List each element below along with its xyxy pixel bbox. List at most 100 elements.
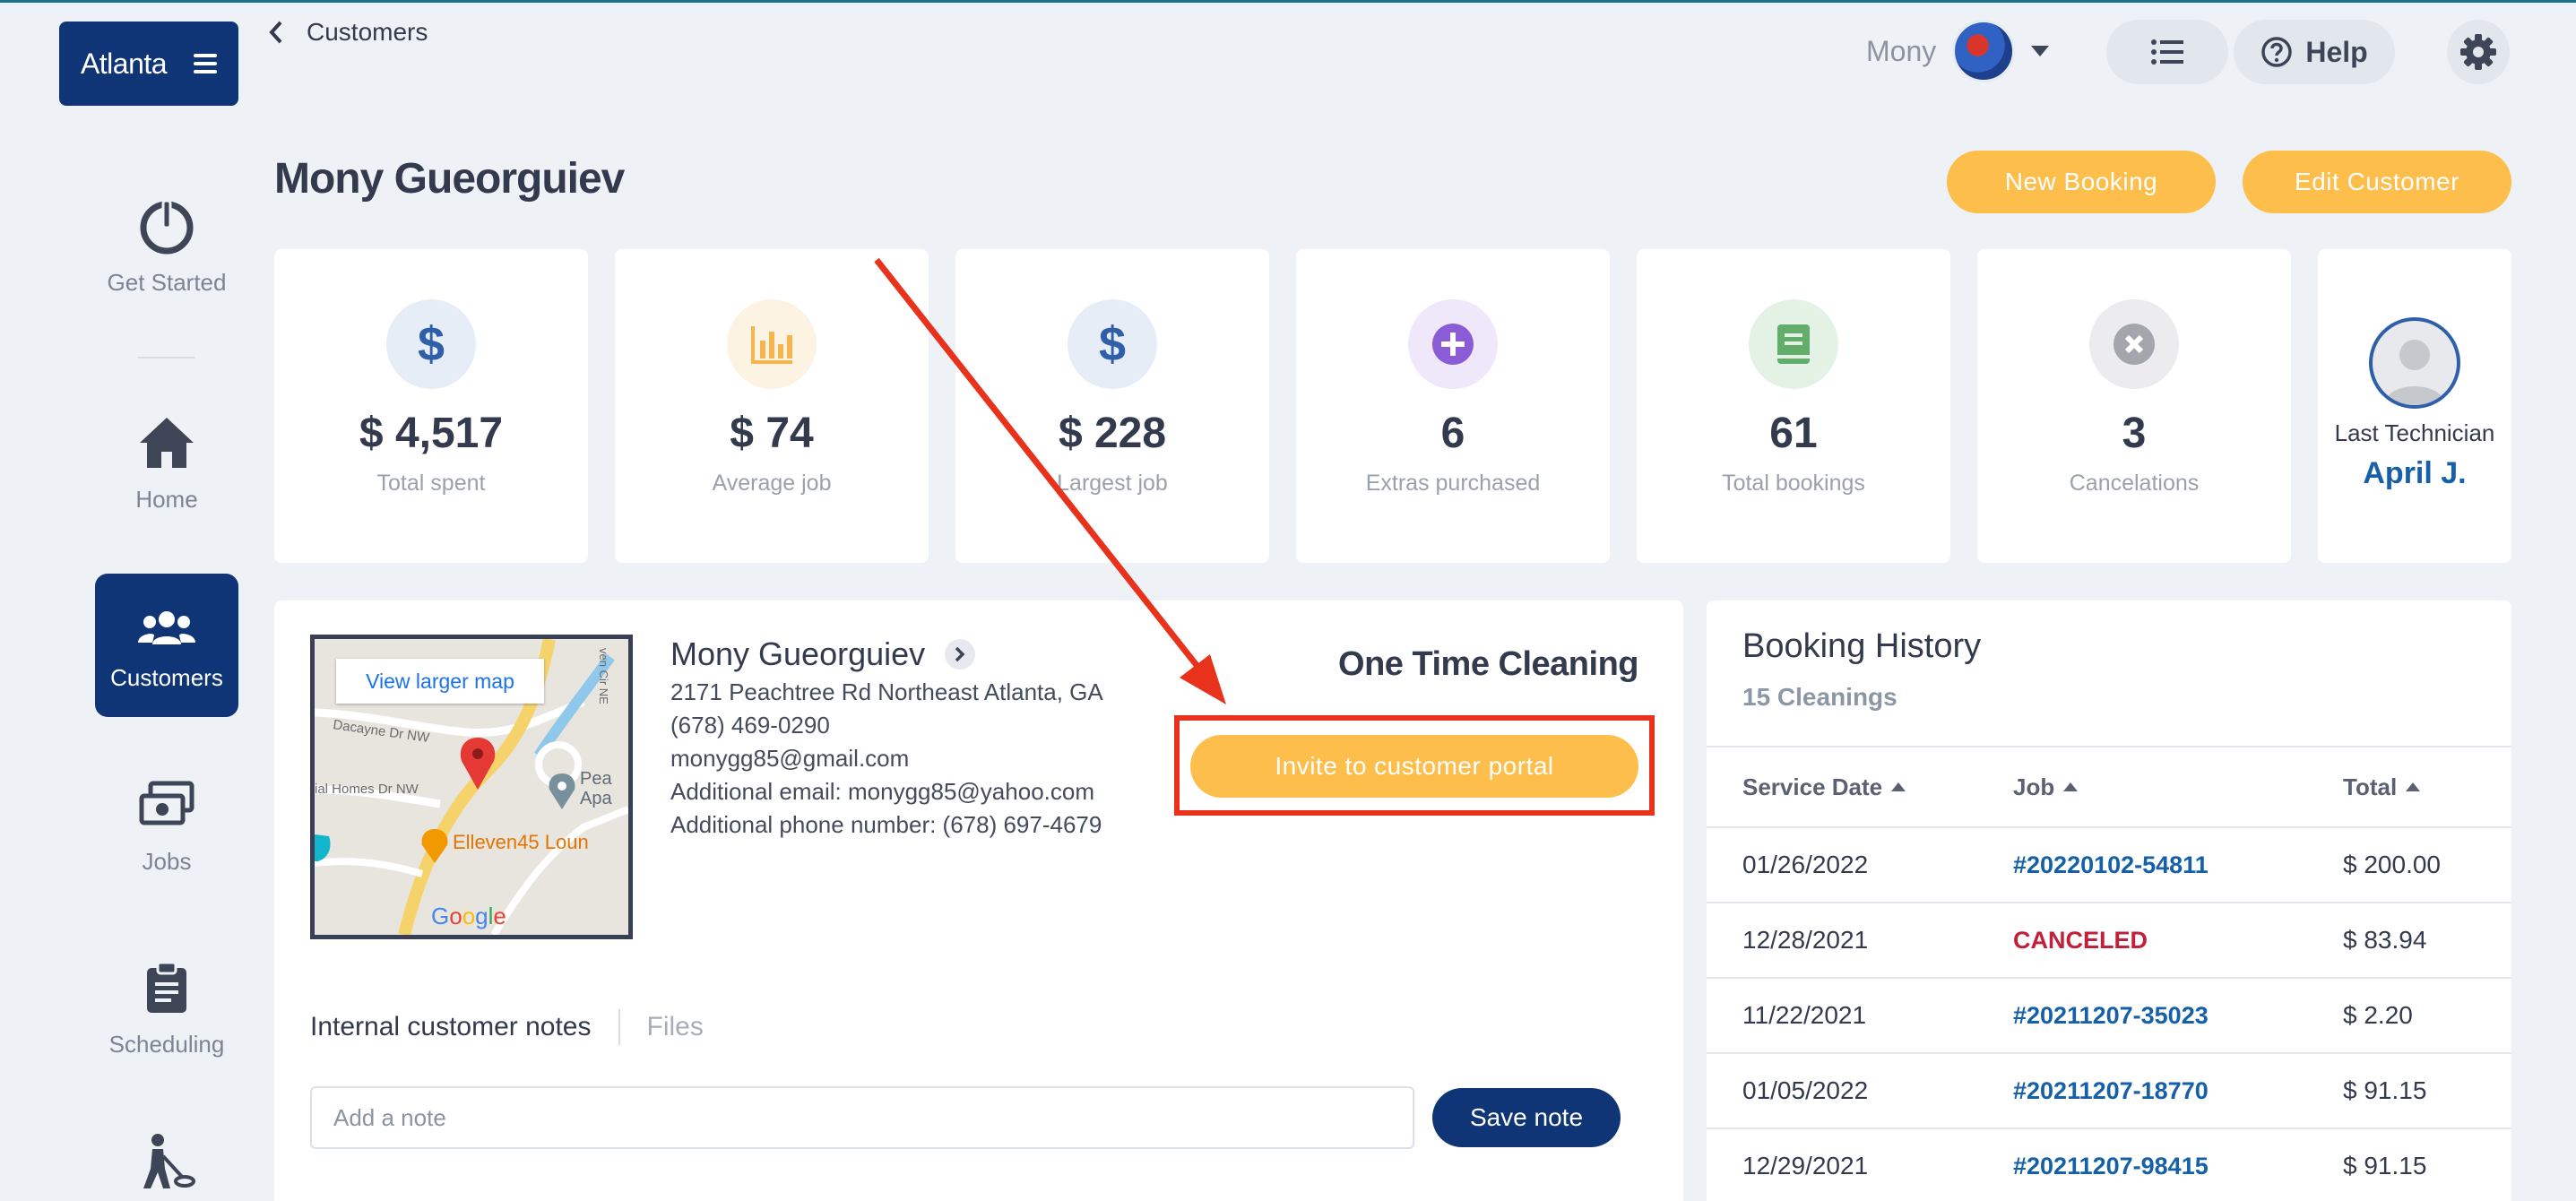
customer-name: Mony Gueorguiev xyxy=(670,635,926,672)
cell-job-link[interactable]: #20211207-18770 xyxy=(2013,1054,2209,1128)
booking-history-panel: Booking History 15 Cleanings Service Dat… xyxy=(1707,600,2511,1201)
settings-button[interactable] xyxy=(2447,20,2510,84)
brand-name: Atlanta xyxy=(80,47,168,80)
sidebar-item-scheduling[interactable]: Scheduling xyxy=(95,959,238,1058)
save-note-button[interactable]: Save note xyxy=(1432,1088,1621,1147)
sort-up-icon xyxy=(2063,782,2079,791)
column-job[interactable]: Job xyxy=(2013,747,2079,826)
breadcrumb[interactable]: Customers xyxy=(269,18,428,47)
plus-icon xyxy=(1408,299,1498,389)
stat-value: 61 xyxy=(1769,410,1818,457)
dollar-icon: $ xyxy=(1068,299,1157,389)
booking-history-title: Booking History xyxy=(1742,627,1982,665)
stat-card-average-job: $ 74 Average job xyxy=(615,249,929,563)
column-service-date[interactable]: Service Date xyxy=(1742,747,1906,826)
stat-value: $ 74 xyxy=(730,410,814,457)
customer-additional-phone: Additional phone number: (678) 697-4679 xyxy=(670,811,1102,838)
chevron-right-icon[interactable] xyxy=(945,639,976,670)
notes-tabs: Internal customer notes Files xyxy=(310,1009,704,1045)
gear-icon xyxy=(2460,34,2496,70)
stat-value: 3 xyxy=(2122,410,2147,457)
sidebar-item-label: Scheduling xyxy=(108,1031,225,1058)
booking-history-count: 15 Cleanings xyxy=(1742,683,1897,711)
sidebar-item-label: Customers xyxy=(110,663,223,691)
cell-total: $ 2.20 xyxy=(2343,1001,2413,1029)
sidebar-item-get-started[interactable]: Get Started xyxy=(95,197,238,297)
cell-job-status: CANCELED xyxy=(2013,926,2148,954)
customer-additional-email: Additional email: monygg85@yahoo.com xyxy=(670,778,1094,805)
tab-files[interactable]: Files xyxy=(647,1012,704,1042)
svg-text:Elleven45 Loun: Elleven45 Loun xyxy=(453,831,589,853)
page-title: Mony Gueorguiev xyxy=(274,155,625,203)
breadcrumb-label: Customers xyxy=(307,18,428,46)
sidebar-item-cleaner[interactable] xyxy=(95,1133,238,1201)
hamburger-icon xyxy=(194,54,218,73)
x-circle-icon xyxy=(2089,299,2179,389)
money-icon xyxy=(138,776,195,834)
brand-menu-button[interactable]: Atlanta xyxy=(59,22,238,106)
tab-internal-notes[interactable]: Internal customer notes xyxy=(310,1012,592,1042)
column-label: Service Date xyxy=(1742,773,1883,800)
table-header: Service Date Job Total xyxy=(1707,746,2511,828)
map[interactable]: Dacayne Dr NW ial Homes Dr NW ven Cir NE… xyxy=(310,635,633,939)
customer-info: Mony Gueorguiev 2171 Peachtree Rd Northe… xyxy=(670,633,1103,842)
svg-text:Pea: Pea xyxy=(580,769,612,789)
sidebar-item-customers[interactable]: Customers xyxy=(95,574,238,717)
cell-job-link[interactable]: #20211207-35023 xyxy=(2013,979,2209,1052)
stat-label: Cancelations xyxy=(2069,471,2200,496)
chevron-left-icon xyxy=(269,21,282,44)
clipboard-icon xyxy=(138,959,195,1016)
cell-job-link[interactable]: #20220102-54811 xyxy=(2013,828,2209,902)
note-input[interactable] xyxy=(310,1086,1414,1149)
svg-text:ial Homes Dr NW: ial Homes Dr NW xyxy=(315,782,419,797)
new-booking-button[interactable]: New Booking xyxy=(1947,151,2216,213)
table-row: 01/05/2022 #20211207-18770 $ 91.15 xyxy=(1707,1054,2511,1129)
dollar-icon: $ xyxy=(386,299,476,389)
edit-customer-button[interactable]: Edit Customer xyxy=(2243,151,2511,213)
help-button[interactable]: Help xyxy=(2234,20,2395,84)
service-type: One Time Cleaning xyxy=(1338,645,1638,683)
cell-job-link[interactable]: #20211207-98415 xyxy=(2013,1129,2209,1201)
stat-card-total-spent: $ $ 4,517 Total spent xyxy=(274,249,588,563)
stat-label: Extras purchased xyxy=(1365,471,1541,496)
invite-to-portal-button[interactable]: Invite to customer portal xyxy=(1190,735,1638,798)
view-larger-map-button[interactable]: View larger map xyxy=(336,659,544,704)
svg-text:Apa: Apa xyxy=(580,789,612,808)
cell-total: $ 200.00 xyxy=(2343,851,2441,878)
sidebar-item-label: Get Started xyxy=(107,269,227,296)
home-icon xyxy=(138,414,195,471)
cell-total: $ 91.15 xyxy=(2343,1076,2427,1104)
column-total[interactable]: Total xyxy=(2343,747,2421,826)
sidebar-item-home[interactable]: Home xyxy=(95,414,238,514)
list-view-button[interactable] xyxy=(2106,20,2228,84)
table-row: 11/22/2021 #20211207-35023 $ 2.20 xyxy=(1707,979,2511,1054)
help-label: Help xyxy=(2305,35,2368,68)
table-row: 01/26/2022 #20220102-54811 $ 200.00 xyxy=(1707,828,2511,903)
last-technician-card: Last Technician April J. xyxy=(2318,249,2511,563)
stat-label: Largest job xyxy=(1057,471,1168,496)
cell-date: 12/29/2021 xyxy=(1742,1152,1869,1179)
sidebar-item-jobs[interactable]: Jobs xyxy=(95,776,238,876)
bar-chart-icon xyxy=(727,299,817,389)
sort-up-icon xyxy=(1891,782,1906,791)
sort-up-icon xyxy=(2406,782,2421,791)
book-icon xyxy=(1749,299,1838,389)
user-menu[interactable]: Mony xyxy=(1866,20,2050,82)
table-row: 12/29/2021 #20211207-98415 $ 91.15 xyxy=(1707,1129,2511,1201)
customer-name-row[interactable]: Mony Gueorguiev xyxy=(670,633,1103,676)
last-technician-name[interactable]: April J. xyxy=(2363,456,2466,491)
stat-card-largest-job: $ $ 228 Largest job xyxy=(955,249,1269,563)
caret-down-icon xyxy=(2031,46,2050,56)
stat-label: Average job xyxy=(712,471,832,496)
cleaner-icon xyxy=(138,1133,195,1190)
customer-email: monygg85@gmail.com xyxy=(670,745,910,772)
list-icon xyxy=(2151,39,2183,65)
customer-phone: (678) 469-0290 xyxy=(670,712,830,739)
stat-label: Total bookings xyxy=(1722,471,1865,496)
technician-avatar xyxy=(2369,317,2460,409)
stat-card-cancelations: 3 Cancelations xyxy=(1977,249,2291,563)
cell-total: $ 91.15 xyxy=(2343,1152,2427,1179)
help-circle-icon xyxy=(2261,37,2293,67)
stat-card-extras: 6 Extras purchased xyxy=(1296,249,1610,563)
cell-date: 12/28/2021 xyxy=(1742,926,1869,954)
